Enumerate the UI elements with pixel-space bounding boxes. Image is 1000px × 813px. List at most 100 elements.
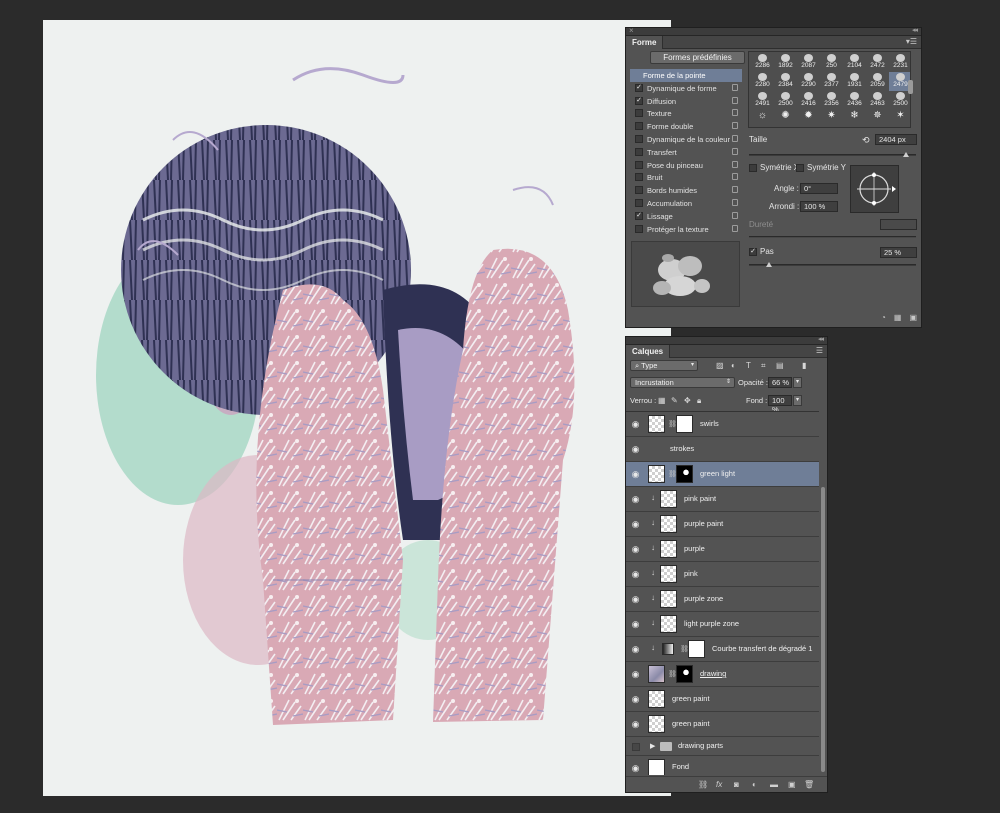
brush-tip-2416[interactable]: 2416 bbox=[797, 91, 820, 110]
brush-tip-2231[interactable]: 2231 bbox=[889, 53, 910, 72]
eye-icon[interactable]: ◉ bbox=[630, 720, 641, 729]
brush-tip-2500[interactable]: 2500 bbox=[889, 91, 910, 110]
brush-item-forme-double[interactable]: Forme double bbox=[630, 120, 742, 133]
layers-scrollbar[interactable] bbox=[821, 487, 825, 772]
brush-tip-2377[interactable]: 2377 bbox=[820, 72, 843, 91]
brush-tip-2059[interactable]: 2059 bbox=[866, 72, 889, 91]
brush-tip-star-icon[interactable]: ❄ bbox=[843, 110, 866, 127]
lock-icon[interactable] bbox=[732, 134, 738, 142]
lock-transparent-pixels-icon[interactable]: ▦ bbox=[658, 395, 666, 406]
brush-tip-2500[interactable]: 2500 bbox=[774, 91, 797, 110]
brush-tip-star-icon[interactable]: ✵ bbox=[866, 110, 889, 127]
eye-icon[interactable]: ◉ bbox=[630, 620, 641, 629]
brush-tip-star-icon[interactable]: ✺ bbox=[774, 110, 797, 127]
brush-tip-2472[interactable]: 2472 bbox=[866, 53, 889, 72]
lock-position-icon[interactable]: ✥ bbox=[684, 395, 691, 406]
fill-input[interactable]: 100 % bbox=[768, 395, 792, 414]
collapse-panel-icon[interactable]: ◂◂ bbox=[818, 335, 824, 343]
layer-row[interactable]: ◉ ↓ pink bbox=[626, 562, 819, 587]
size-slider[interactable] bbox=[749, 154, 916, 156]
brush-presets-button[interactable]: Formes prédéfinies bbox=[650, 51, 745, 64]
layer-mask-thumbnail[interactable] bbox=[676, 415, 693, 433]
brush-tip-star-icon[interactable]: ✷ bbox=[820, 110, 843, 127]
collapse-panel-icon[interactable]: ◂◂ bbox=[912, 26, 918, 34]
spacing-slider[interactable] bbox=[749, 264, 916, 266]
close-panel-icon[interactable]: × bbox=[629, 26, 634, 35]
brush-tip-2463[interactable]: 2463 bbox=[866, 91, 889, 110]
brush-item-checkbox[interactable] bbox=[635, 134, 643, 143]
brush-item-dynamique-de-forme[interactable]: ✓ Dynamique de forme bbox=[630, 82, 742, 95]
layer-row[interactable]: ◉ ↓ ⛓ Courbe transfert de dégradé 1 bbox=[626, 637, 819, 662]
lock-icon[interactable] bbox=[732, 96, 738, 104]
layer-row[interactable]: ◉ ↓ light purple zone bbox=[626, 612, 819, 637]
lock-icon[interactable] bbox=[732, 83, 738, 91]
document-canvas[interactable] bbox=[43, 20, 671, 796]
brush-item-checkbox[interactable]: ✓ bbox=[635, 96, 643, 105]
brush-item-texture[interactable]: Texture bbox=[630, 107, 742, 120]
panel-menu-icon[interactable]: ▾☰ bbox=[906, 37, 917, 46]
brush-panel[interactable]: × ◂◂ Forme ▾☰ Formes prédéfinies Forme d… bbox=[625, 26, 922, 328]
brush-tip-star-icon[interactable]: ✶ bbox=[889, 110, 910, 127]
eye-icon[interactable]: ◉ bbox=[630, 764, 641, 773]
brush-item-diffusion[interactable]: ✓ Diffusion bbox=[630, 95, 742, 108]
brush-item-checkbox[interactable] bbox=[635, 109, 643, 118]
layer-filter-dropdown[interactable]: ⌕ Type ▾ bbox=[630, 360, 698, 371]
size-input[interactable]: 2404 px bbox=[875, 134, 917, 145]
visibility-off-box[interactable] bbox=[632, 743, 640, 751]
blend-mode-dropdown[interactable]: Incrustation ⇕ bbox=[630, 377, 735, 388]
layer-row[interactable]: ◉ ↓ purple bbox=[626, 537, 819, 562]
brush-item-checkbox[interactable] bbox=[635, 122, 643, 131]
brush-item-checkbox[interactable] bbox=[635, 186, 643, 195]
brush-tip-2356[interactable]: 2356 bbox=[820, 91, 843, 110]
new-layer-icon[interactable]: ▣ bbox=[788, 780, 796, 789]
lock-icon[interactable] bbox=[732, 198, 738, 206]
new-group-icon[interactable]: ▬ bbox=[770, 780, 778, 789]
brush-item-checkbox[interactable] bbox=[635, 173, 643, 182]
filter-shape-icon[interactable]: ⌗ bbox=[761, 360, 766, 372]
hardness-input[interactable] bbox=[880, 219, 917, 230]
brush-grid-scrollbar[interactable] bbox=[908, 80, 913, 94]
hardness-slider[interactable] bbox=[749, 236, 916, 238]
filter-smart-object-icon[interactable]: ▤ bbox=[776, 360, 784, 372]
eye-icon[interactable]: ◉ bbox=[630, 445, 641, 454]
brush-tip-star-icon[interactable]: ☼ bbox=[751, 110, 774, 127]
eye-icon[interactable]: ◉ bbox=[630, 495, 641, 504]
layer-row[interactable]: ◉ ↓ purple paint bbox=[626, 512, 819, 537]
eye-icon[interactable]: ◉ bbox=[630, 695, 641, 704]
lock-all-icon[interactable]: 🔒︎ bbox=[697, 395, 701, 406]
layer-row[interactable]: ◉ ⛓ drawing bbox=[626, 662, 819, 687]
eye-icon[interactable]: ◉ bbox=[630, 470, 641, 479]
brush-panel-grid-icon[interactable]: ▦ bbox=[894, 313, 902, 323]
layer-row[interactable]: ◉ ⛓ swirls bbox=[626, 412, 819, 437]
eye-icon[interactable]: ◉ bbox=[630, 595, 641, 604]
lock-icon[interactable] bbox=[732, 147, 738, 155]
brush-tip-2491[interactable]: 2491 bbox=[751, 91, 774, 110]
brush-tip-2286[interactable]: 2286 bbox=[751, 53, 774, 72]
brush-tip-2280[interactable]: 2280 bbox=[751, 72, 774, 91]
lock-icon[interactable] bbox=[732, 160, 738, 168]
layer-mask-thumbnail[interactable] bbox=[676, 665, 693, 683]
eye-icon[interactable]: ◉ bbox=[630, 545, 641, 554]
brush-item-checkbox[interactable] bbox=[635, 160, 643, 169]
brush-tip-250[interactable]: 250 bbox=[820, 53, 843, 72]
filter-toggle-icon[interactable]: ▮ bbox=[802, 360, 806, 372]
layer-mask-thumbnail[interactable] bbox=[676, 465, 693, 483]
create-new-brush-icon[interactable]: ▣ bbox=[909, 313, 917, 323]
brush-tip-grid[interactable]: 2286 1892 2087 250 2104 2472 2231 2280 2384 2290 2… bbox=[748, 51, 911, 128]
brush-item-checkbox[interactable] bbox=[635, 198, 643, 207]
layer-row[interactable]: ◉ green paint bbox=[626, 712, 819, 737]
eye-icon[interactable]: ◉ bbox=[630, 520, 641, 529]
lock-icon[interactable] bbox=[732, 211, 738, 219]
reset-size-icon[interactable]: ⟲ bbox=[862, 135, 870, 146]
lock-icon[interactable] bbox=[732, 122, 738, 130]
lock-image-pixels-icon[interactable]: ✎ bbox=[671, 395, 678, 406]
layers-panel[interactable]: ◂◂ Calques ☰ ⌕ Type ▾ ▨ ◐ T ⌗ ▤ ▮ Incrus… bbox=[625, 336, 828, 793]
brush-item-lissage[interactable]: ✓ Lissage bbox=[630, 210, 742, 223]
brush-item-checkbox[interactable]: ✓ bbox=[635, 211, 643, 220]
brush-item-bords-humides[interactable]: Bords humides bbox=[630, 184, 742, 197]
brush-tip-2290[interactable]: 2290 bbox=[797, 72, 820, 91]
layer-row[interactable]: ◉ strokes bbox=[626, 437, 819, 462]
brush-item-checkbox[interactable] bbox=[635, 224, 643, 233]
fill-slider-toggle[interactable]: ▾ bbox=[793, 395, 802, 406]
spacing-checkbox[interactable]: ✓ bbox=[749, 248, 757, 256]
